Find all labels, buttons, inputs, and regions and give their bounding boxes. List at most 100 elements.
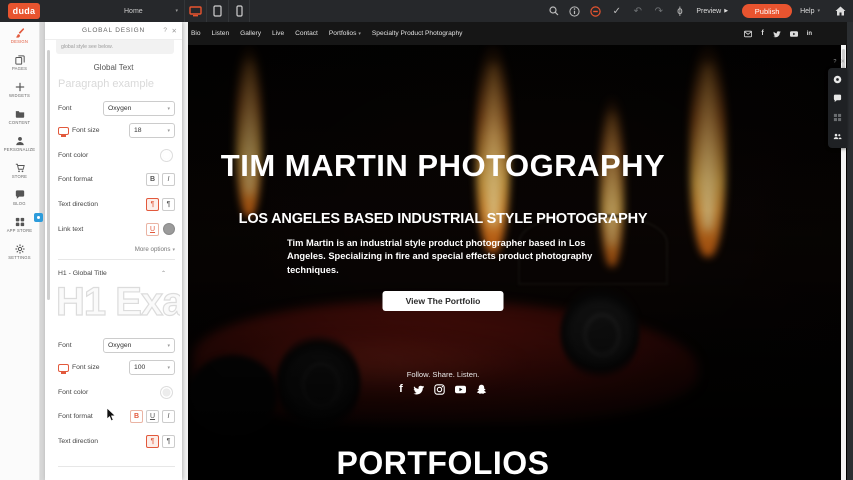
sidebar-item-widgets[interactable]: WIDGETS (0, 76, 39, 103)
h1-rtl-direction-button[interactable]: ¶ (162, 435, 175, 448)
preview-button[interactable]: Preview ▶ (696, 8, 728, 15)
underline-button[interactable]: U (146, 223, 159, 236)
sections-button[interactable] (828, 108, 847, 127)
device-switcher (184, 0, 250, 22)
nav-link-contact[interactable]: Contact (295, 30, 318, 37)
italic-button[interactable]: I (162, 173, 175, 186)
bold-button[interactable]: B (146, 173, 159, 186)
pilcrow-icon: ¶ (151, 438, 155, 445)
email-icon[interactable] (744, 30, 752, 38)
sidebar-item-store[interactable]: STORE (0, 157, 39, 184)
sidebar-item-blog[interactable]: BLOG (0, 184, 39, 211)
font-format-label: Font format (58, 176, 93, 183)
facebook-icon[interactable]: f (399, 383, 403, 395)
h1-section-header[interactable]: H1 - Global Title ⌃ (58, 267, 175, 279)
view-portfolio-button[interactable]: View The Portfolio (383, 291, 504, 311)
page-selector-value: Home (124, 8, 143, 15)
hero-description[interactable]: Tim Martin is an industrial style produc… (287, 237, 599, 277)
sidebar-item-personalize[interactable]: PERSONALIZE (0, 130, 39, 157)
font-select[interactable]: Oxygen ▾ (103, 101, 175, 116)
linkedin-icon[interactable]: in (807, 31, 812, 37)
panel-scrollbar[interactable] (47, 50, 50, 300)
home-icon (835, 6, 846, 16)
font-size-select[interactable]: 18 ▾ (129, 123, 175, 138)
twitter-icon[interactable] (773, 30, 781, 38)
assistant-button[interactable] (828, 70, 847, 89)
font-color-row: Font color (58, 148, 175, 162)
team-button[interactable] (828, 127, 847, 146)
snapchat-icon[interactable] (476, 384, 487, 395)
font-select-value: Oxygen (108, 105, 131, 112)
sidebar-item-settings[interactable]: SETTINGS (0, 238, 39, 265)
link-color-swatch[interactable] (163, 223, 175, 235)
info-button[interactable] (564, 0, 585, 22)
font-color-swatch[interactable] (160, 149, 173, 162)
font-row: Font Oxygen ▾ (58, 101, 175, 116)
nav-link-listen[interactable]: Listen (212, 30, 230, 37)
h1-font-row: Font Oxygen ▾ (58, 338, 175, 353)
floating-toolbar (828, 68, 847, 148)
h1-sample-text: H1 Exa (56, 280, 180, 332)
hero-title[interactable]: TIM MARTIN PHOTOGRAPHY (188, 148, 698, 184)
nav-link-specialty[interactable]: Specialty Product Photography (372, 30, 463, 37)
h1-font-color-row: Font color (58, 385, 175, 399)
sidebar-item-label: SETTINGS (8, 255, 31, 260)
search-button[interactable] (543, 0, 564, 22)
font-label: Font (58, 105, 72, 112)
h1-bold-button[interactable]: B (130, 410, 143, 423)
rtl-direction-button[interactable]: ¶ (162, 198, 175, 211)
mobile-view-button[interactable] (228, 0, 250, 22)
undo-button[interactable]: ↶ (627, 0, 648, 22)
nav-link-bio[interactable]: Bio (191, 30, 201, 37)
h1-font-color-swatch[interactable] (160, 386, 173, 399)
ltr-direction-button[interactable]: ¶ (146, 198, 159, 211)
h1-font-select[interactable]: Oxygen ▾ (103, 338, 175, 353)
youtube-icon[interactable] (455, 384, 466, 395)
help-menu[interactable]: Help ▾ (800, 8, 820, 15)
dev-mode-button[interactable]: ɸ (669, 0, 690, 22)
hero-section[interactable]: TIM MARTIN PHOTOGRAPHY LOS ANGELES BASED… (188, 45, 847, 459)
facebook-icon[interactable]: f (761, 30, 763, 37)
chevron-down-icon: ▾ (167, 343, 170, 349)
sidebar-item-label: STORE (12, 174, 27, 179)
link-text-label: Link text (58, 226, 83, 233)
hero-subtitle[interactable]: LOS ANGELES BASED INDUSTRIAL STYLE PHOTO… (188, 211, 698, 227)
nav-link-portfolios[interactable]: Portfolios ▾ (329, 30, 361, 37)
sidebar-item-pages[interactable]: PAGES (0, 49, 39, 76)
redo-button[interactable]: ↷ (648, 0, 669, 22)
folder-icon (15, 109, 25, 119)
help-icon[interactable]: ? (163, 27, 167, 34)
h1-font-size-select[interactable]: 100 ▾ (129, 360, 175, 375)
close-icon[interactable]: ✕ (172, 27, 177, 35)
sidebar-item-design[interactable]: DESIGN (0, 22, 39, 49)
sidebar-item-content[interactable]: CONTENT (0, 103, 39, 130)
chevron-down-icon: ▾ (358, 31, 361, 37)
font-color-label: Font color (58, 152, 88, 159)
tablet-view-button[interactable] (206, 0, 228, 22)
instagram-icon[interactable] (434, 384, 445, 395)
h1-ltr-direction-button[interactable]: ¶ (146, 435, 159, 448)
sidebar-item-app-store[interactable]: APP STORE (0, 211, 39, 238)
link-text-row: Link text U (58, 222, 175, 236)
twitter-icon[interactable] (413, 384, 424, 395)
theme-button[interactable] (585, 0, 606, 22)
h1-font-size-value: 100 (134, 364, 145, 371)
save-check-button[interactable]: ✓ (606, 0, 627, 22)
h1-underline-button[interactable]: U (146, 410, 159, 423)
dashboard-home-button[interactable] (830, 0, 851, 22)
youtube-icon[interactable] (790, 30, 798, 38)
nav-link-gallery[interactable]: Gallery (240, 30, 261, 37)
publish-button[interactable]: Publish (742, 4, 792, 18)
site-preview-canvas[interactable]: Bio Listen Gallery Live Contact Portfoli… (188, 22, 847, 480)
h1-italic-button[interactable]: I (162, 410, 175, 423)
comments-button[interactable] (828, 89, 847, 108)
font-label: Font (58, 342, 72, 349)
nav-link-live[interactable]: Live (272, 30, 284, 37)
duda-logo[interactable]: duda (8, 3, 40, 19)
page-selector[interactable]: Home ▾ (118, 0, 184, 22)
more-options-link[interactable]: More options ▾ (135, 246, 175, 253)
desktop-view-button[interactable] (184, 0, 206, 22)
h1-text-direction-row: Text direction ¶ ¶ (58, 434, 175, 448)
help-icon[interactable]: ? (833, 59, 836, 65)
close-icon[interactable]: ✕ (840, 59, 845, 65)
